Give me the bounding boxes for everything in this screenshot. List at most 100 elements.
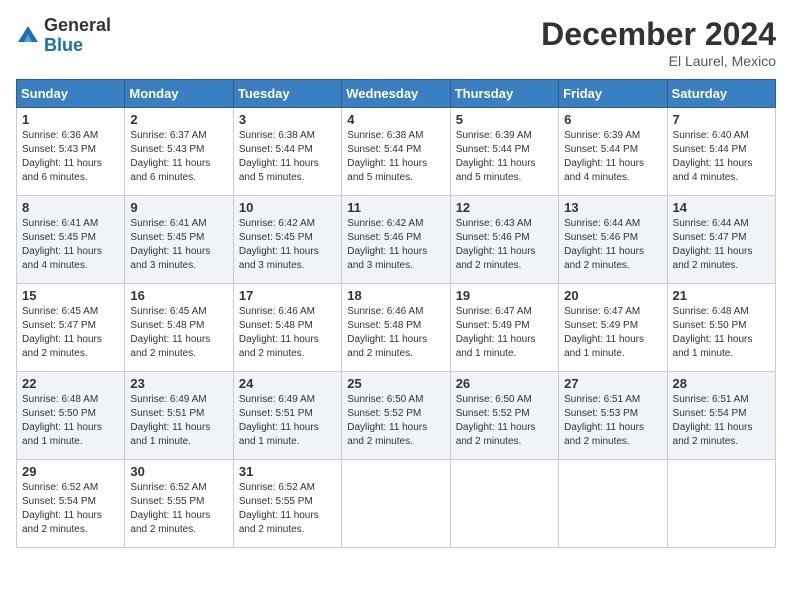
- day-number: 24: [239, 376, 336, 391]
- calendar-cell: 4 Sunrise: 6:38 AMSunset: 5:44 PMDayligh…: [342, 108, 450, 196]
- calendar-week-row: 8 Sunrise: 6:41 AMSunset: 5:45 PMDayligh…: [17, 196, 776, 284]
- day-number: 23: [130, 376, 227, 391]
- location-subtitle: El Laurel, Mexico: [541, 53, 776, 69]
- day-number: 10: [239, 200, 336, 215]
- calendar-cell: 28 Sunrise: 6:51 AMSunset: 5:54 PMDaylig…: [667, 372, 775, 460]
- calendar-header-row: SundayMondayTuesdayWednesdayThursdayFrid…: [17, 80, 776, 108]
- day-info: Sunrise: 6:52 AMSunset: 5:54 PMDaylight:…: [22, 482, 102, 535]
- weekday-header-tuesday: Tuesday: [233, 80, 341, 108]
- calendar-cell: 22 Sunrise: 6:48 AMSunset: 5:50 PMDaylig…: [17, 372, 125, 460]
- day-info: Sunrise: 6:38 AMSunset: 5:44 PMDaylight:…: [347, 130, 427, 183]
- day-number: 29: [22, 464, 119, 479]
- calendar-cell: 23 Sunrise: 6:49 AMSunset: 5:51 PMDaylig…: [125, 372, 233, 460]
- day-number: 1: [22, 112, 119, 127]
- day-number: 3: [239, 112, 336, 127]
- day-number: 5: [456, 112, 553, 127]
- day-info: Sunrise: 6:39 AMSunset: 5:44 PMDaylight:…: [564, 130, 644, 183]
- calendar-cell: 3 Sunrise: 6:38 AMSunset: 5:44 PMDayligh…: [233, 108, 341, 196]
- calendar-cell: 1 Sunrise: 6:36 AMSunset: 5:43 PMDayligh…: [17, 108, 125, 196]
- calendar-week-row: 22 Sunrise: 6:48 AMSunset: 5:50 PMDaylig…: [17, 372, 776, 460]
- weekday-header-sunday: Sunday: [17, 80, 125, 108]
- day-info: Sunrise: 6:50 AMSunset: 5:52 PMDaylight:…: [347, 394, 427, 447]
- logo-general: General: [44, 16, 111, 36]
- page-header: General Blue December 2024 El Laurel, Me…: [16, 16, 776, 69]
- day-number: 7: [673, 112, 770, 127]
- logo-blue: Blue: [44, 36, 111, 56]
- day-info: Sunrise: 6:48 AMSunset: 5:50 PMDaylight:…: [22, 394, 102, 447]
- day-info: Sunrise: 6:52 AMSunset: 5:55 PMDaylight:…: [239, 482, 319, 535]
- calendar-cell: 9 Sunrise: 6:41 AMSunset: 5:45 PMDayligh…: [125, 196, 233, 284]
- day-info: Sunrise: 6:49 AMSunset: 5:51 PMDaylight:…: [239, 394, 319, 447]
- day-info: Sunrise: 6:46 AMSunset: 5:48 PMDaylight:…: [239, 306, 319, 359]
- calendar-cell: 30 Sunrise: 6:52 AMSunset: 5:55 PMDaylig…: [125, 460, 233, 548]
- day-info: Sunrise: 6:39 AMSunset: 5:44 PMDaylight:…: [456, 130, 536, 183]
- day-info: Sunrise: 6:43 AMSunset: 5:46 PMDaylight:…: [456, 218, 536, 271]
- day-number: 16: [130, 288, 227, 303]
- day-number: 12: [456, 200, 553, 215]
- day-number: 22: [22, 376, 119, 391]
- calendar-cell: 6 Sunrise: 6:39 AMSunset: 5:44 PMDayligh…: [559, 108, 667, 196]
- day-info: Sunrise: 6:44 AMSunset: 5:46 PMDaylight:…: [564, 218, 644, 271]
- calendar-cell: 7 Sunrise: 6:40 AMSunset: 5:44 PMDayligh…: [667, 108, 775, 196]
- calendar-cell: 25 Sunrise: 6:50 AMSunset: 5:52 PMDaylig…: [342, 372, 450, 460]
- day-number: 13: [564, 200, 661, 215]
- day-info: Sunrise: 6:45 AMSunset: 5:48 PMDaylight:…: [130, 306, 210, 359]
- day-number: 9: [130, 200, 227, 215]
- calendar-cell: 18 Sunrise: 6:46 AMSunset: 5:48 PMDaylig…: [342, 284, 450, 372]
- day-number: 21: [673, 288, 770, 303]
- calendar-week-row: 15 Sunrise: 6:45 AMSunset: 5:47 PMDaylig…: [17, 284, 776, 372]
- calendar-cell: 15 Sunrise: 6:45 AMSunset: 5:47 PMDaylig…: [17, 284, 125, 372]
- calendar-cell: 5 Sunrise: 6:39 AMSunset: 5:44 PMDayligh…: [450, 108, 558, 196]
- weekday-header-saturday: Saturday: [667, 80, 775, 108]
- day-number: 6: [564, 112, 661, 127]
- calendar-week-row: 29 Sunrise: 6:52 AMSunset: 5:54 PMDaylig…: [17, 460, 776, 548]
- day-number: 18: [347, 288, 444, 303]
- day-number: 15: [22, 288, 119, 303]
- day-info: Sunrise: 6:40 AMSunset: 5:44 PMDaylight:…: [673, 130, 753, 183]
- calendar-cell: 10 Sunrise: 6:42 AMSunset: 5:45 PMDaylig…: [233, 196, 341, 284]
- weekday-header-friday: Friday: [559, 80, 667, 108]
- calendar-cell: 12 Sunrise: 6:43 AMSunset: 5:46 PMDaylig…: [450, 196, 558, 284]
- day-info: Sunrise: 6:42 AMSunset: 5:45 PMDaylight:…: [239, 218, 319, 271]
- day-info: Sunrise: 6:47 AMSunset: 5:49 PMDaylight:…: [456, 306, 536, 359]
- calendar-cell: 24 Sunrise: 6:49 AMSunset: 5:51 PMDaylig…: [233, 372, 341, 460]
- day-number: 26: [456, 376, 553, 391]
- weekday-header-wednesday: Wednesday: [342, 80, 450, 108]
- logo: General Blue: [16, 16, 111, 56]
- calendar-cell: 13 Sunrise: 6:44 AMSunset: 5:46 PMDaylig…: [559, 196, 667, 284]
- day-info: Sunrise: 6:46 AMSunset: 5:48 PMDaylight:…: [347, 306, 427, 359]
- day-info: Sunrise: 6:41 AMSunset: 5:45 PMDaylight:…: [130, 218, 210, 271]
- day-number: 27: [564, 376, 661, 391]
- day-info: Sunrise: 6:52 AMSunset: 5:55 PMDaylight:…: [130, 482, 210, 535]
- day-info: Sunrise: 6:37 AMSunset: 5:43 PMDaylight:…: [130, 130, 210, 183]
- day-info: Sunrise: 6:51 AMSunset: 5:53 PMDaylight:…: [564, 394, 644, 447]
- day-info: Sunrise: 6:44 AMSunset: 5:47 PMDaylight:…: [673, 218, 753, 271]
- weekday-header-thursday: Thursday: [450, 80, 558, 108]
- calendar-cell: 19 Sunrise: 6:47 AMSunset: 5:49 PMDaylig…: [450, 284, 558, 372]
- day-info: Sunrise: 6:36 AMSunset: 5:43 PMDaylight:…: [22, 130, 102, 183]
- calendar-cell: 20 Sunrise: 6:47 AMSunset: 5:49 PMDaylig…: [559, 284, 667, 372]
- calendar-cell: [559, 460, 667, 548]
- calendar-week-row: 1 Sunrise: 6:36 AMSunset: 5:43 PMDayligh…: [17, 108, 776, 196]
- day-number: 8: [22, 200, 119, 215]
- calendar-cell: 2 Sunrise: 6:37 AMSunset: 5:43 PMDayligh…: [125, 108, 233, 196]
- day-number: 19: [456, 288, 553, 303]
- day-info: Sunrise: 6:38 AMSunset: 5:44 PMDaylight:…: [239, 130, 319, 183]
- day-number: 14: [673, 200, 770, 215]
- calendar-cell: [450, 460, 558, 548]
- calendar-cell: 27 Sunrise: 6:51 AMSunset: 5:53 PMDaylig…: [559, 372, 667, 460]
- day-number: 17: [239, 288, 336, 303]
- title-block: December 2024 El Laurel, Mexico: [541, 16, 776, 69]
- calendar-cell: 21 Sunrise: 6:48 AMSunset: 5:50 PMDaylig…: [667, 284, 775, 372]
- day-info: Sunrise: 6:41 AMSunset: 5:45 PMDaylight:…: [22, 218, 102, 271]
- day-info: Sunrise: 6:42 AMSunset: 5:46 PMDaylight:…: [347, 218, 427, 271]
- calendar-cell: 16 Sunrise: 6:45 AMSunset: 5:48 PMDaylig…: [125, 284, 233, 372]
- day-number: 2: [130, 112, 227, 127]
- day-number: 25: [347, 376, 444, 391]
- calendar-cell: 29 Sunrise: 6:52 AMSunset: 5:54 PMDaylig…: [17, 460, 125, 548]
- day-info: Sunrise: 6:48 AMSunset: 5:50 PMDaylight:…: [673, 306, 753, 359]
- day-info: Sunrise: 6:51 AMSunset: 5:54 PMDaylight:…: [673, 394, 753, 447]
- day-info: Sunrise: 6:45 AMSunset: 5:47 PMDaylight:…: [22, 306, 102, 359]
- logo-text: General Blue: [44, 16, 111, 56]
- calendar-cell: [342, 460, 450, 548]
